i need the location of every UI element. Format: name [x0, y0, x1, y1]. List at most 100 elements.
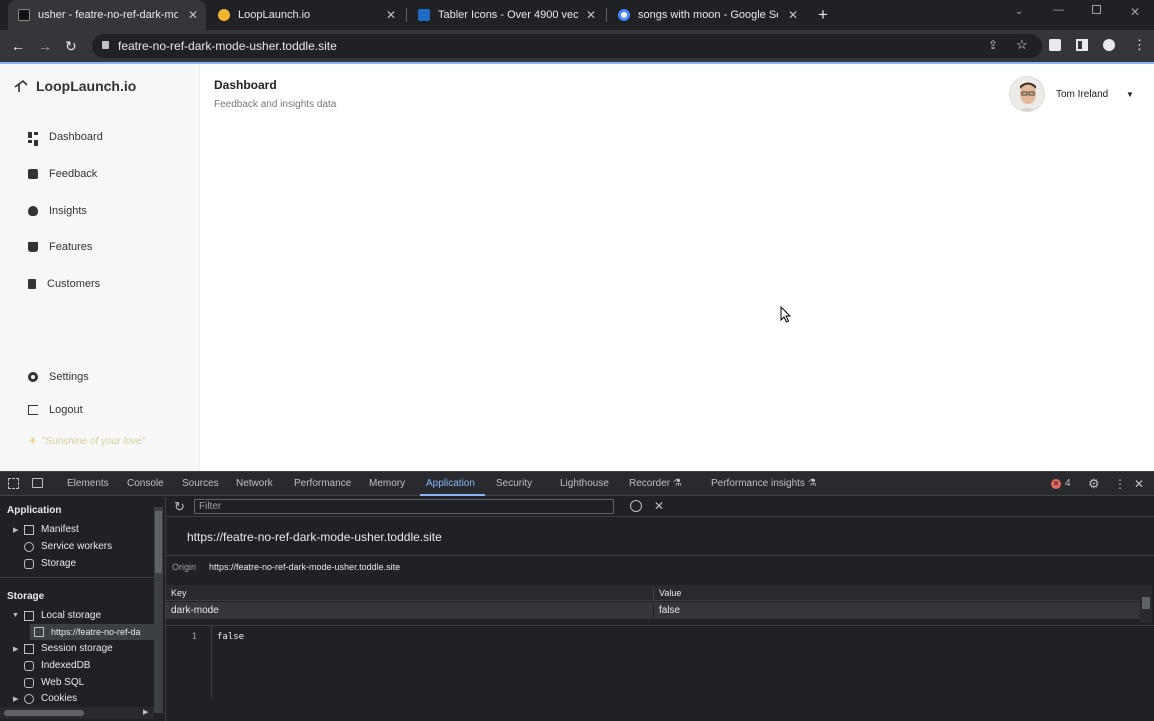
- column-header-key[interactable]: Key: [166, 585, 654, 601]
- browser-tab-tabler[interactable]: Tabler Icons - Over 4900 vector ✕: [408, 0, 604, 30]
- expand-arrow-icon[interactable]: ▶: [13, 526, 18, 534]
- user-name[interactable]: Tom Ireland: [1056, 89, 1108, 100]
- bookmark-star-icon[interactable]: ☆: [1016, 37, 1028, 53]
- devtools-tab-sources[interactable]: Sources: [182, 478, 219, 489]
- devtools-tab-memory[interactable]: Memory: [369, 478, 405, 489]
- error-badge[interactable]: ✕ 4: [1051, 478, 1071, 489]
- devtools-tab-application[interactable]: Application: [426, 478, 475, 489]
- lock-icon[interactable]: [102, 41, 109, 49]
- new-tab-button[interactable]: +: [818, 5, 828, 25]
- nav-label: Features: [49, 241, 93, 253]
- profile-icon[interactable]: [1103, 39, 1115, 51]
- nav-settings[interactable]: Settings: [28, 371, 89, 383]
- inspect-element-icon[interactable]: [8, 478, 19, 489]
- app-sidebar: LoopLaunch.io Dashboard Feedback Insight…: [0, 64, 200, 471]
- table-cell-value[interactable]: false: [654, 602, 1140, 619]
- minimize-window-icon[interactable]: —: [1053, 4, 1064, 16]
- error-icon: ✕: [1051, 478, 1061, 489]
- smiley-favicon-icon: [218, 9, 230, 21]
- google-favicon-icon: [618, 9, 630, 21]
- close-tab-icon[interactable]: ✕: [386, 8, 396, 22]
- refresh-icon[interactable]: ↻: [174, 499, 185, 515]
- devtools-tab-performance[interactable]: Performance: [294, 478, 351, 489]
- devtools-settings-gear-icon[interactable]: ⚙: [1088, 476, 1100, 492]
- tab-search-icon[interactable]: ⌄: [1015, 6, 1023, 17]
- origin-title: https://featre-no-ref-dark-mode-usher.to…: [187, 530, 442, 544]
- sidebar-item-manifest[interactable]: Manifest: [24, 524, 79, 535]
- preview-value[interactable]: false: [217, 632, 244, 642]
- forward-icon[interactable]: →: [38, 38, 52, 54]
- delete-selected-icon[interactable]: ✕: [654, 499, 664, 513]
- sidebar-scrollbar-thumb[interactable]: [155, 511, 162, 573]
- database-icon: [24, 558, 34, 569]
- sidebar-item-cookies[interactable]: Cookies: [24, 693, 77, 704]
- brand-name: LoopLaunch.io: [36, 78, 137, 94]
- table-scrollbar-thumb[interactable]: [1142, 597, 1150, 609]
- nav-insights[interactable]: Insights: [28, 205, 87, 217]
- close-tab-icon[interactable]: ✕: [788, 8, 798, 22]
- sidebar-item-local-storage[interactable]: Local storage: [24, 610, 101, 621]
- nav-customers[interactable]: Customers: [28, 278, 100, 290]
- close-window-icon[interactable]: ✕: [1130, 5, 1140, 19]
- clear-all-icon[interactable]: [630, 500, 642, 512]
- storage-section-header: Storage: [7, 591, 45, 602]
- nav-dashboard[interactable]: Dashboard: [28, 131, 103, 146]
- origin-value: https://featre-no-ref-dark-mode-usher.to…: [209, 562, 401, 572]
- filter-input[interactable]: [194, 499, 614, 514]
- item-label: https://featre-no-ref-da: [51, 627, 141, 637]
- close-tab-icon[interactable]: ✕: [188, 8, 198, 22]
- table-icon: [34, 627, 44, 637]
- devtools-tab-lighthouse[interactable]: Lighthouse: [560, 478, 609, 489]
- expand-arrow-icon[interactable]: ▶: [13, 645, 18, 653]
- sidebar-item-local-storage-origin[interactable]: https://featre-no-ref-da: [30, 624, 154, 640]
- collapse-arrow-icon[interactable]: ▼: [12, 612, 19, 619]
- devtools-tab-recorder[interactable]: Recorder ⚗: [629, 478, 682, 489]
- gear-icon: [24, 541, 34, 552]
- sidebar-item-indexeddb[interactable]: IndexedDB: [24, 660, 90, 671]
- caret-down-icon[interactable]: ▼: [1126, 90, 1134, 99]
- back-icon[interactable]: ←: [11, 38, 25, 54]
- line-number-gutter: 1: [166, 626, 212, 698]
- extensions-icon[interactable]: [1049, 39, 1061, 51]
- restore-window-icon[interactable]: [1092, 5, 1101, 14]
- devtools-menu-icon[interactable]: ⋮: [1114, 477, 1126, 491]
- devtools-tab-console[interactable]: Console: [127, 478, 164, 489]
- dashboard-icon: [28, 132, 38, 146]
- devtools-tab-security[interactable]: Security: [496, 478, 532, 489]
- scroll-right-icon[interactable]: ▶: [143, 708, 148, 716]
- close-tab-icon[interactable]: ✕: [586, 8, 596, 22]
- share-icon[interactable]: ⇪: [988, 38, 998, 52]
- error-count: 4: [1065, 478, 1071, 489]
- browser-tab-usher[interactable]: usher - featre-no-ref-dark-mode ✕: [8, 0, 206, 30]
- brand[interactable]: LoopLaunch.io: [14, 78, 136, 94]
- sidebar-item-web-sql[interactable]: Web SQL: [24, 677, 84, 688]
- app-main: Dashboard Feedback and insights data Tom…: [200, 64, 1154, 471]
- item-label: Session storage: [41, 643, 113, 654]
- page-title: Dashboard: [214, 78, 277, 92]
- sidebar-horizontal-scrollbar-thumb[interactable]: [4, 710, 84, 716]
- sidebar-item-service-workers[interactable]: Service workers: [24, 541, 112, 552]
- column-header-value[interactable]: Value: [654, 585, 1140, 601]
- sidebar-item-session-storage[interactable]: Session storage: [24, 643, 113, 654]
- browser-tab-google[interactable]: songs with moon - Google Sear ✕: [608, 0, 806, 30]
- url-text[interactable]: featre-no-ref-dark-mode-usher.toddle.sit…: [118, 39, 337, 53]
- browser-menu-icon[interactable]: ⋮: [1133, 37, 1146, 53]
- nav-features[interactable]: Features: [28, 241, 92, 253]
- close-devtools-icon[interactable]: ✕: [1134, 477, 1144, 491]
- sidebar-item-storage[interactable]: Storage: [24, 558, 76, 569]
- nav-feedback[interactable]: Feedback: [28, 168, 97, 180]
- nav-label: Logout: [49, 404, 83, 416]
- nav-logout[interactable]: Logout: [28, 404, 83, 416]
- device-toolbar-icon[interactable]: [32, 478, 43, 488]
- avatar[interactable]: [1009, 76, 1045, 112]
- side-panel-icon[interactable]: [1076, 39, 1088, 51]
- devtools-tab-elements[interactable]: Elements: [67, 478, 109, 489]
- devtools-tab-performance-insights[interactable]: Performance insights ⚗: [711, 478, 817, 489]
- table-cell-key[interactable]: dark-mode: [166, 602, 654, 619]
- expand-arrow-icon[interactable]: ▶: [13, 695, 18, 703]
- address-bar[interactable]: featre-no-ref-dark-mode-usher.toddle.sit…: [92, 34, 1042, 58]
- logout-icon: [28, 405, 38, 415]
- browser-tab-looplaunch[interactable]: LoopLaunch.io ✕: [208, 0, 404, 30]
- reload-icon[interactable]: ↻: [65, 38, 77, 54]
- devtools-tab-network[interactable]: Network: [236, 478, 273, 489]
